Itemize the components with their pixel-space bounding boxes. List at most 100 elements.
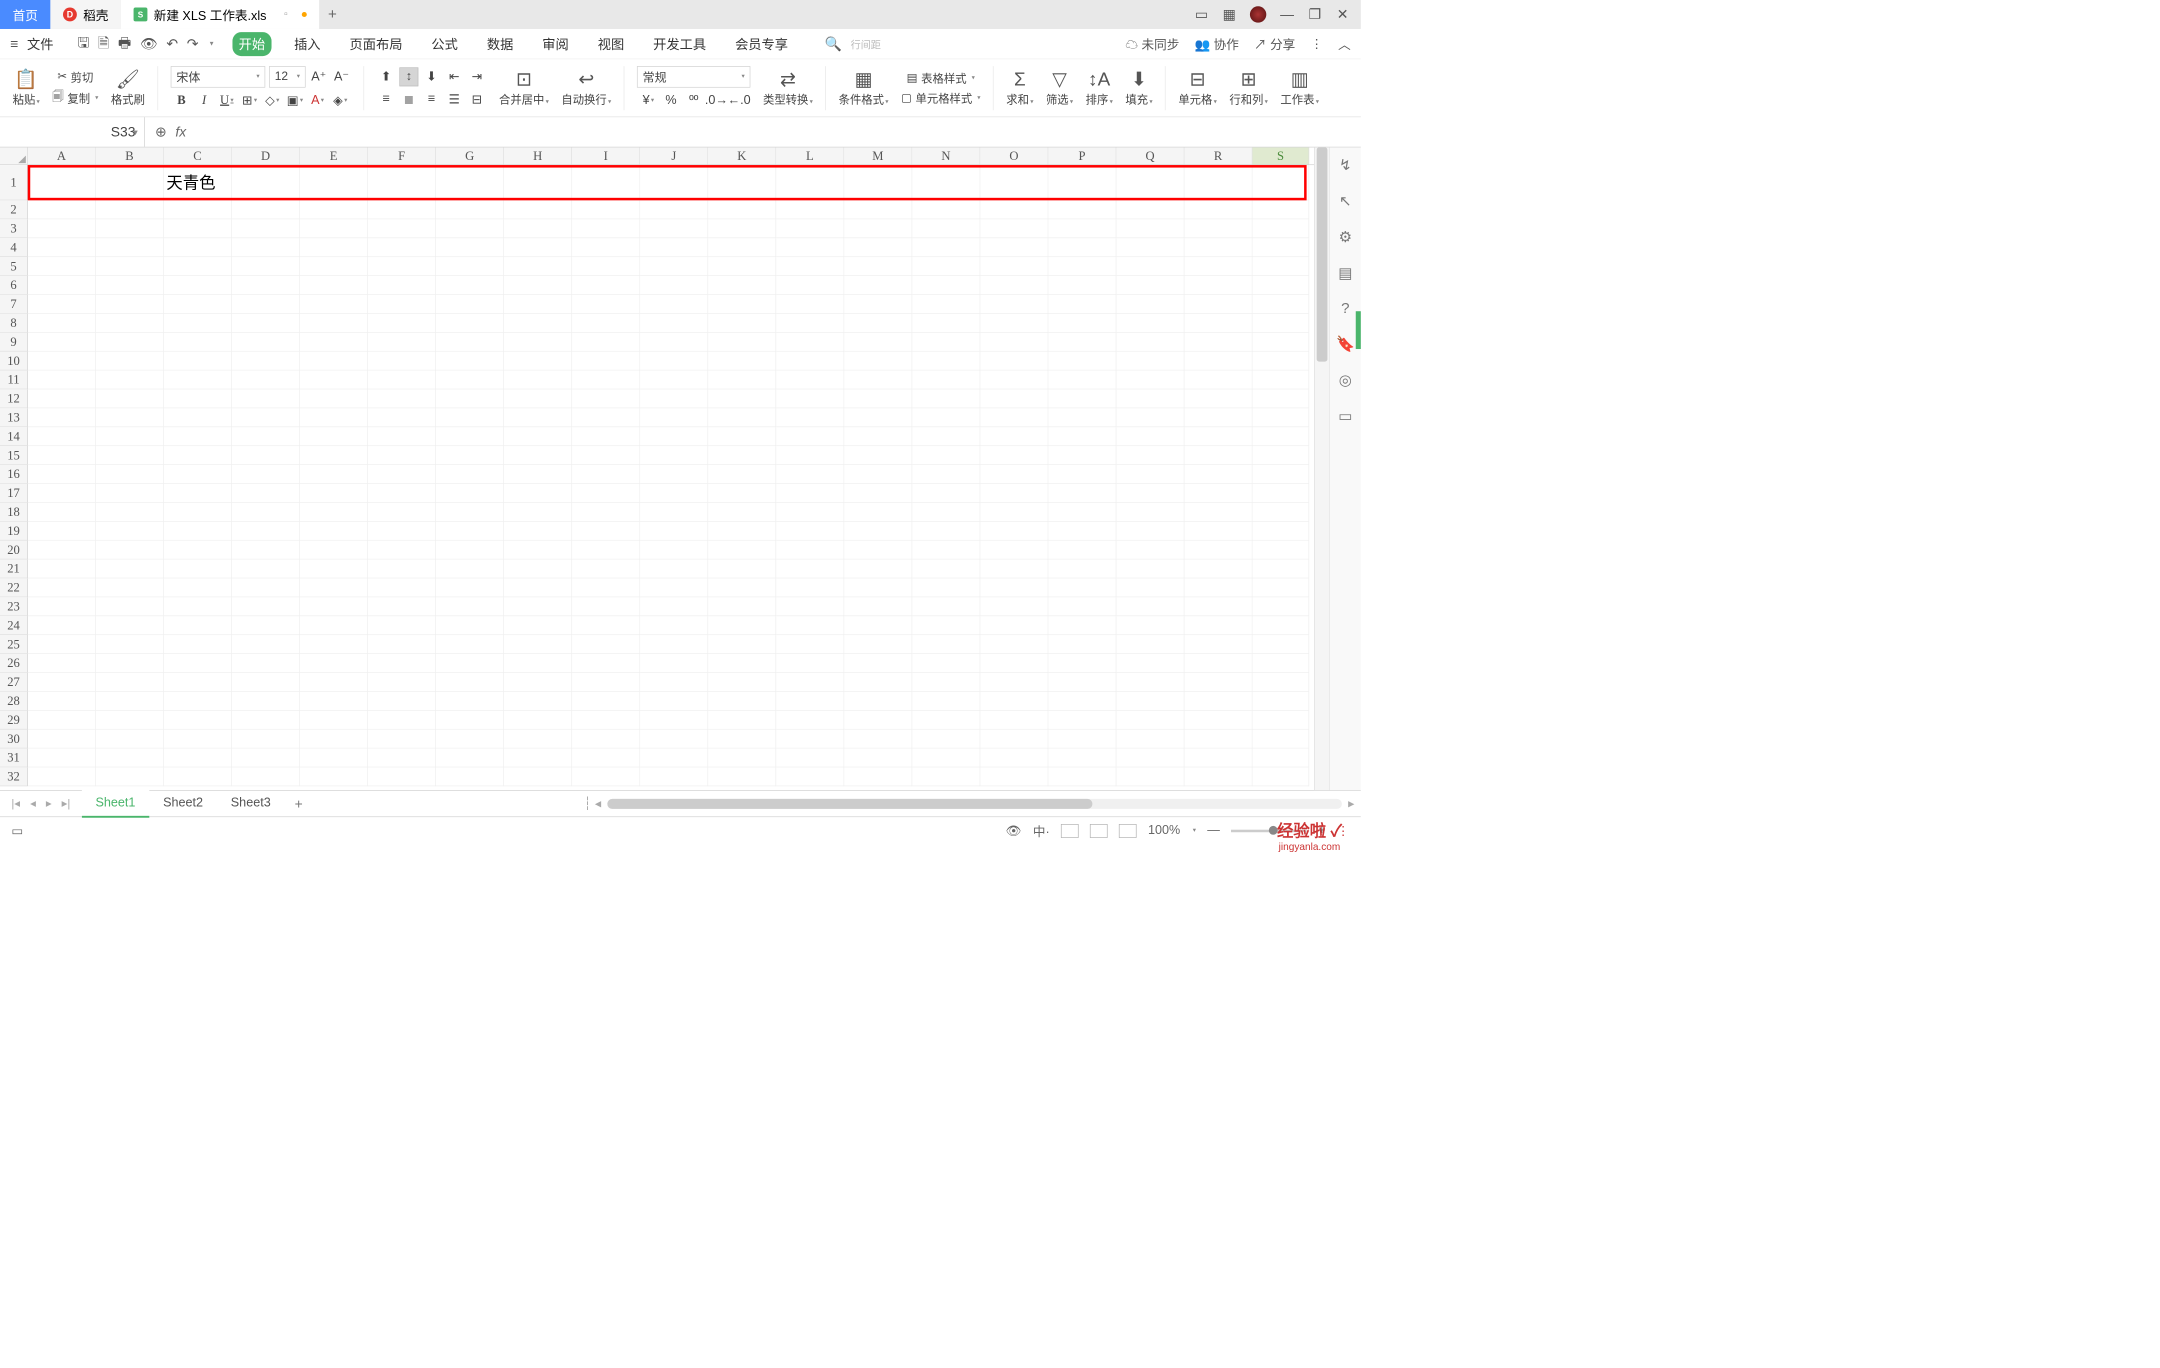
- sheet-tab-0[interactable]: Sheet1: [82, 789, 150, 817]
- cell-C20[interactable]: [164, 541, 232, 560]
- cell-M1[interactable]: [844, 165, 912, 200]
- cell-C31[interactable]: [164, 748, 232, 767]
- cell-Q13[interactable]: [1116, 408, 1184, 427]
- cell-M3[interactable]: [844, 219, 912, 238]
- cell-P4[interactable]: [1048, 238, 1116, 257]
- align-middle-icon[interactable]: ↕: [399, 67, 418, 86]
- cell-N2[interactable]: [912, 200, 980, 219]
- cell-P10[interactable]: [1048, 352, 1116, 371]
- cell-O19[interactable]: [980, 522, 1048, 541]
- cell-E4[interactable]: [300, 238, 368, 257]
- cell-C10[interactable]: [164, 352, 232, 371]
- cell-S9[interactable]: [1252, 333, 1309, 352]
- cell-G7[interactable]: [436, 295, 504, 314]
- cell-N25[interactable]: [912, 635, 980, 654]
- collapse-ribbon-icon[interactable]: ︿: [1338, 35, 1351, 53]
- cell-F1[interactable]: [368, 165, 436, 200]
- indent-increase-icon[interactable]: ⇥: [467, 67, 486, 86]
- cell-M10[interactable]: [844, 352, 912, 371]
- cell-K6[interactable]: [708, 276, 776, 295]
- cell-R30[interactable]: [1184, 730, 1252, 749]
- cell-E23[interactable]: [300, 597, 368, 616]
- cell-C32[interactable]: [164, 767, 232, 786]
- grid-rows[interactable]: 1天青色234567891011121314151617181920212223…: [0, 165, 1314, 786]
- cell-P15[interactable]: [1048, 446, 1116, 465]
- cell-D29[interactable]: [232, 711, 300, 730]
- row-header-18[interactable]: 18: [0, 503, 28, 522]
- cell-H24[interactable]: [504, 616, 572, 635]
- cell-Q16[interactable]: [1116, 465, 1184, 484]
- cell-E25[interactable]: [300, 635, 368, 654]
- cell-F20[interactable]: [368, 541, 436, 560]
- cell-R4[interactable]: [1184, 238, 1252, 257]
- cell-S19[interactable]: [1252, 522, 1309, 541]
- cell-I23[interactable]: [572, 597, 640, 616]
- sync-status[interactable]: ☁ 未同步: [1125, 35, 1179, 53]
- cell-D21[interactable]: [232, 559, 300, 578]
- cell-K22[interactable]: [708, 578, 776, 597]
- row-header-32[interactable]: 32: [0, 767, 28, 786]
- cell-R16[interactable]: [1184, 465, 1252, 484]
- cell-K13[interactable]: [708, 408, 776, 427]
- cell-O8[interactable]: [980, 314, 1048, 333]
- qat-dropdown[interactable]: ▼: [208, 40, 214, 47]
- cell-D24[interactable]: [232, 616, 300, 635]
- cell-M17[interactable]: [844, 484, 912, 503]
- cell-K31[interactable]: [708, 748, 776, 767]
- cell-C29[interactable]: [164, 711, 232, 730]
- cell-D7[interactable]: [232, 295, 300, 314]
- cell-A8[interactable]: [28, 314, 96, 333]
- cell-D32[interactable]: [232, 767, 300, 786]
- cell-A6[interactable]: [28, 276, 96, 295]
- cell-Q29[interactable]: [1116, 711, 1184, 730]
- cell-F25[interactable]: [368, 635, 436, 654]
- cell-G22[interactable]: [436, 578, 504, 597]
- cell-J12[interactable]: [640, 389, 708, 408]
- close-icon[interactable]: ✕: [1336, 6, 1350, 22]
- row-header-25[interactable]: 25: [0, 635, 28, 654]
- cell-L10[interactable]: [776, 352, 844, 371]
- cell-O23[interactable]: [980, 597, 1048, 616]
- save-as-icon[interactable]: 🗎: [98, 32, 109, 56]
- cell-G9[interactable]: [436, 333, 504, 352]
- increase-font-icon[interactable]: A⁺: [309, 67, 328, 86]
- col-header-D[interactable]: D: [232, 147, 300, 164]
- zoom-out-icon[interactable]: —: [1207, 823, 1220, 837]
- cell-G2[interactable]: [436, 200, 504, 219]
- cell-R29[interactable]: [1184, 711, 1252, 730]
- cell-B27[interactable]: [96, 673, 164, 692]
- format-painter-button[interactable]: 🖌 格式刷: [107, 59, 149, 116]
- cell-R6[interactable]: [1184, 276, 1252, 295]
- cell-O25[interactable]: [980, 635, 1048, 654]
- cell-R26[interactable]: [1184, 654, 1252, 673]
- cell-A5[interactable]: [28, 257, 96, 276]
- cell-N19[interactable]: [912, 522, 980, 541]
- cell-G25[interactable]: [436, 635, 504, 654]
- sheet-tab-1[interactable]: Sheet2: [149, 789, 217, 817]
- sort-button[interactable]: ↕A排序▾: [1082, 59, 1117, 116]
- cell-L4[interactable]: [776, 238, 844, 257]
- fill-button[interactable]: ⬇填充▾: [1122, 59, 1157, 116]
- cell-N30[interactable]: [912, 730, 980, 749]
- cell-M19[interactable]: [844, 522, 912, 541]
- cell-D18[interactable]: [232, 503, 300, 522]
- cell-L14[interactable]: [776, 427, 844, 446]
- cell-K2[interactable]: [708, 200, 776, 219]
- cell-K30[interactable]: [708, 730, 776, 749]
- cell-A2[interactable]: [28, 200, 96, 219]
- cell-Q15[interactable]: [1116, 446, 1184, 465]
- cell-H32[interactable]: [504, 767, 572, 786]
- cell-C8[interactable]: [164, 314, 232, 333]
- cell-K24[interactable]: [708, 616, 776, 635]
- cell-G27[interactable]: [436, 673, 504, 692]
- share-button[interactable]: ↗ 分享: [1254, 35, 1295, 53]
- cell-A25[interactable]: [28, 635, 96, 654]
- cell-Q17[interactable]: [1116, 484, 1184, 503]
- row-header-30[interactable]: 30: [0, 730, 28, 749]
- cell-K21[interactable]: [708, 559, 776, 578]
- cell-S29[interactable]: [1252, 711, 1309, 730]
- cell-F21[interactable]: [368, 559, 436, 578]
- cell-D22[interactable]: [232, 578, 300, 597]
- cell-S25[interactable]: [1252, 635, 1309, 654]
- cell-O9[interactable]: [980, 333, 1048, 352]
